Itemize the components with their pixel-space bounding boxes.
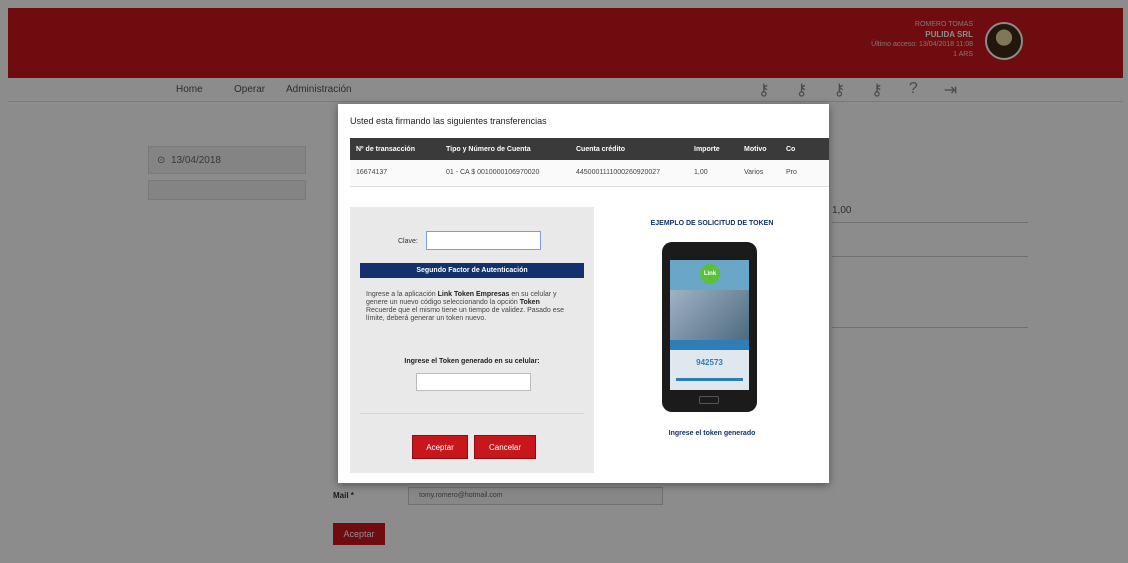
transfers-table: Nº de transacción Tipo y Número de Cuent… <box>350 138 829 187</box>
auth-panel: Clave: Segundo Factor de Autenticación I… <box>350 207 594 473</box>
cell-account-type: 01 - CA $ 0010000106970020 <box>440 160 570 187</box>
col-reason: Motivo <box>738 138 780 160</box>
link-logo-icon: Link <box>700 264 720 284</box>
example-token-code: 942573 <box>696 358 723 367</box>
cell-amount: 1,00 <box>688 160 738 187</box>
app-name: Link Token Empresas <box>437 291 510 298</box>
cell-concept: Pro <box>780 160 829 187</box>
col-amount: Importe <box>688 138 738 160</box>
cell-reason: Varios <box>738 160 780 187</box>
example-title: EJEMPLO DE SOLICITUD DE TOKEN <box>650 220 774 227</box>
cell-transaction-number: 16674137 <box>350 160 440 187</box>
confirm-button[interactable]: Aceptar <box>412 435 468 459</box>
table-row: 16674137 01 - CA $ 0010000106970020 4450… <box>350 160 829 187</box>
token-instructions: Ingrese a la aplicación Link Token Empre… <box>366 291 565 322</box>
modal-title: Usted esta firmando las siguientes trans… <box>350 116 547 126</box>
signing-modal: Usted esta firmando las siguientes trans… <box>338 104 829 483</box>
second-factor-header: Segundo Factor de Autenticación <box>360 263 584 278</box>
password-label: Clave: <box>398 238 418 245</box>
col-credit-account: Cuenta crédito <box>570 138 688 160</box>
cell-credit-account: 4450001111000260920027 <box>570 160 688 187</box>
phone-screen: Link 942573 <box>670 260 749 390</box>
col-account-type: Tipo y Número de Cuenta <box>440 138 570 160</box>
col-transaction-number: Nº de transacción <box>350 138 440 160</box>
phone-illustration: Link 942573 <box>662 242 757 412</box>
password-input[interactable] <box>426 231 541 250</box>
phone-home-button <box>699 396 719 404</box>
token-label: Ingrese el Token generado en su celular: <box>404 358 540 365</box>
col-concept: Co <box>780 138 829 160</box>
divider <box>360 413 584 414</box>
option-name: Token <box>519 299 540 306</box>
cancel-button[interactable]: Cancelar <box>474 435 536 459</box>
table-header-row: Nº de transacción Tipo y Número de Cuent… <box>350 138 829 160</box>
example-caption: Ingrese el token generado <box>668 430 756 437</box>
token-input[interactable] <box>416 373 531 391</box>
